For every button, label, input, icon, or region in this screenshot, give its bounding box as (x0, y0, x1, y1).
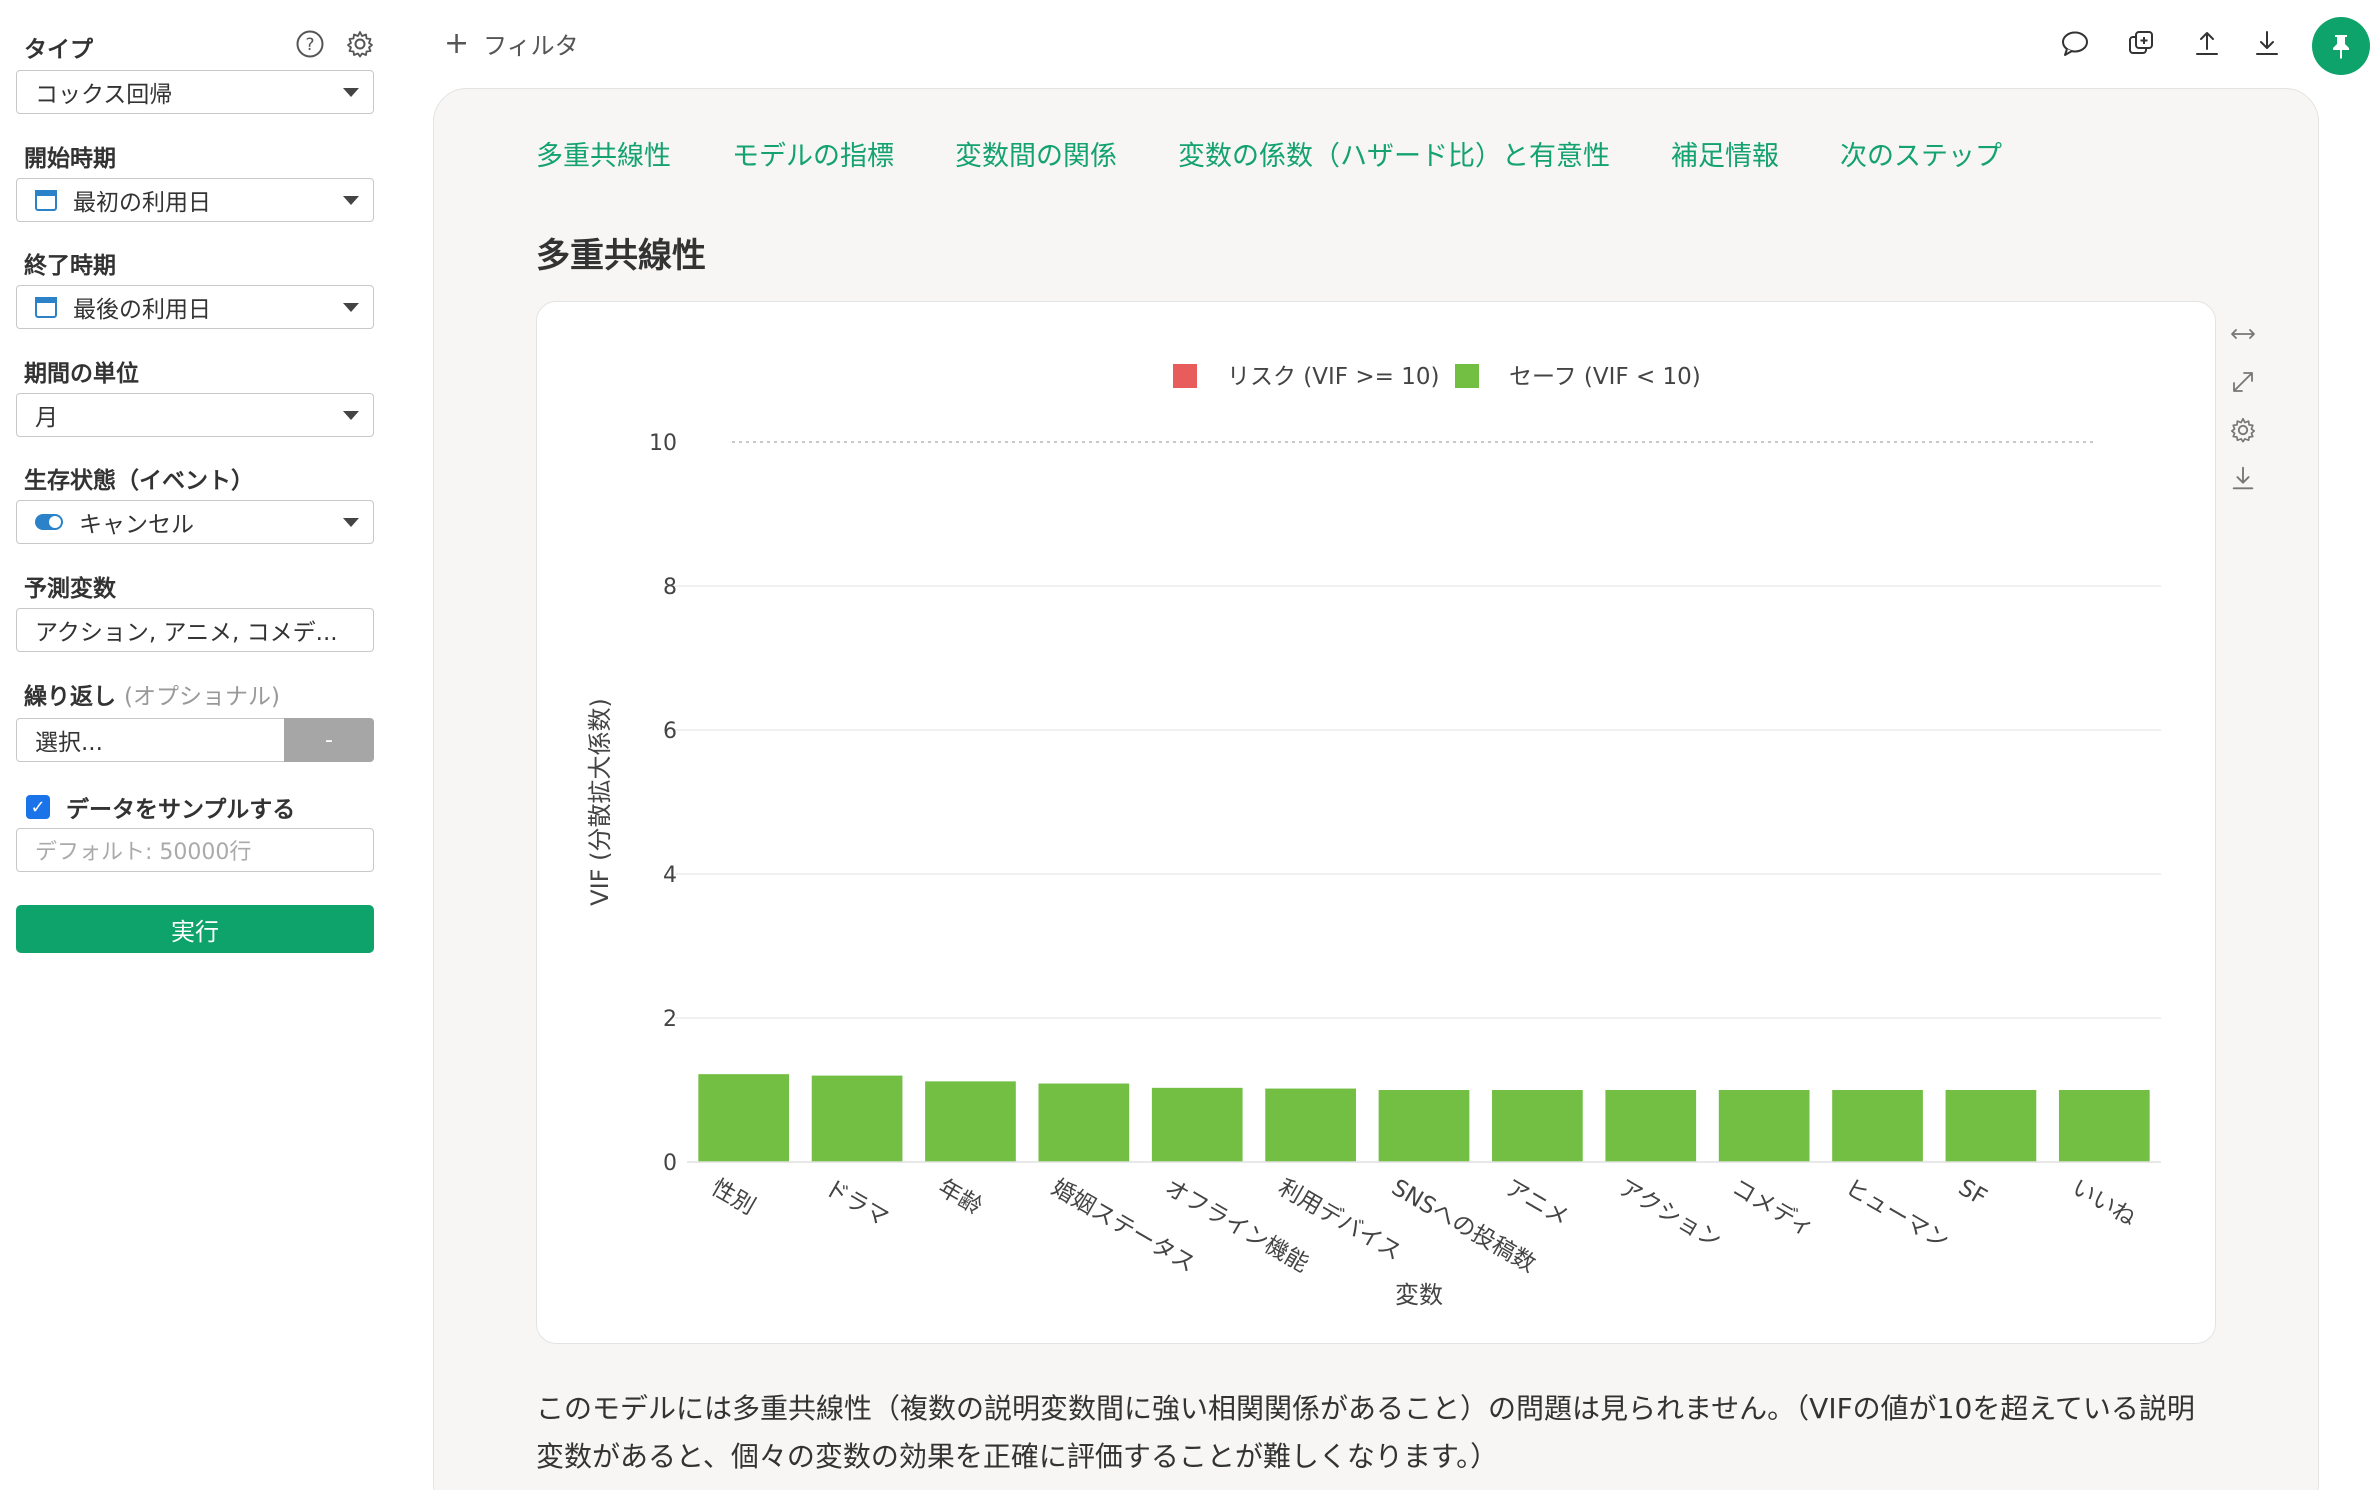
calendar-icon (35, 296, 57, 318)
chevron-down-icon (343, 196, 359, 205)
filter-label: フィルタ (483, 32, 579, 60)
fullscreen-icon[interactable] (2225, 364, 2261, 400)
start-select[interactable]: 最初の利用日 (16, 178, 374, 222)
end-label: 終了時期 (24, 253, 116, 279)
description-text: このモデルには多重共線性（複数の説明変数間に強い相関関係があること）の問題は見ら… (536, 1392, 2195, 1473)
x-tick-label: 性別 (707, 1175, 760, 1221)
bar (1151, 1087, 1243, 1162)
bar (925, 1081, 1016, 1162)
x-tick-label: アニメ (1500, 1175, 1572, 1232)
bar (698, 1074, 790, 1162)
filter-button[interactable]: + フィルタ (444, 26, 579, 61)
legend-swatch (1173, 364, 1197, 388)
sidebar: タイプ ? コックス回帰 開始時期 最初の利用日 終了時期 最後の利用日 期間の… (0, 0, 390, 1490)
tab-supplementary[interactable]: 補足情報 (1671, 134, 1779, 173)
event-select-value: キャンセル (79, 512, 194, 538)
end-select[interactable]: 最後の利用日 (16, 285, 374, 329)
y-axis-label: VIF (分散拡大係数) (586, 698, 614, 906)
x-tick-label: コメディ (1727, 1175, 1818, 1243)
bar (1038, 1083, 1130, 1162)
bar (1945, 1090, 2037, 1162)
event-select[interactable]: キャンセル (16, 500, 374, 544)
tab-variable-relations[interactable]: 変数間の関係 (955, 134, 1117, 173)
tab-multicollinearity[interactable]: 多重共線性 (536, 134, 671, 173)
chevron-down-icon (343, 518, 359, 527)
y-tick-label: 0 (663, 1151, 677, 1176)
section-tabs: 多重共線性 モデルの指標 変数間の関係 変数の係数（ハザード比）と有意性 補足情… (536, 134, 2063, 173)
toggle-icon (35, 514, 63, 530)
download-icon[interactable] (2225, 460, 2261, 496)
predictor-input[interactable]: アクション, アニメ, コメデ... (16, 608, 374, 652)
bar (811, 1075, 903, 1162)
chevron-down-icon (343, 88, 359, 97)
bar (1718, 1090, 1810, 1162)
y-tick-label: 10 (649, 431, 677, 456)
y-tick-label: 4 (663, 863, 677, 888)
unit-select[interactable]: 月 (16, 393, 374, 437)
unit-select-value: 月 (35, 405, 58, 431)
bar (2058, 1090, 2150, 1162)
repeat-label-text: 繰り返し (24, 684, 116, 710)
x-tick-label: いいね (2067, 1175, 2140, 1232)
repeat-optional-text: (オプショナル) (124, 684, 280, 710)
legend-swatch (1455, 364, 1479, 388)
upload-icon[interactable] (2192, 28, 2222, 58)
x-tick-label: アクション (1614, 1175, 1726, 1254)
repeat-control: 選択... - (16, 718, 374, 762)
section-title: 多重共線性 (536, 236, 706, 276)
unit-label: 期間の単位 (24, 361, 139, 387)
tab-coefficients[interactable]: 変数の係数（ハザード比）と有意性 (1178, 134, 1610, 173)
sample-size-input[interactable]: デフォルト: 50000行 (16, 828, 374, 872)
expand-horizontal-icon[interactable] (2225, 316, 2261, 352)
y-tick-label: 2 (663, 1007, 677, 1032)
x-tick-label: SF (1954, 1175, 1991, 1211)
tab-model-metrics[interactable]: モデルの指標 (732, 134, 894, 173)
bar (1605, 1090, 1697, 1162)
pin-icon[interactable] (2312, 17, 2370, 75)
run-button[interactable]: 実行 (16, 905, 374, 953)
start-select-value: 最初の利用日 (73, 190, 211, 216)
y-tick-label: 6 (663, 719, 677, 744)
sample-row: ✓ データをサンプルする (26, 790, 295, 824)
type-label: タイプ (24, 37, 93, 63)
vif-bar-chart: 0246810VIF (分散拡大係数)性別 ドラマ 年齢 婚姻ステータスオフライン機能… (586, 364, 2161, 1309)
predictor-label: 予測変数 (24, 576, 116, 602)
chart-card: 0 2 4 6 8 10 VIF (分散拡大係数) 性別 ドラマ 年齢 婚姻ステータス オフライン機能… (536, 301, 2216, 1344)
start-label: 開始時期 (24, 146, 116, 172)
repeat-label: 繰り返し (オプショナル) (24, 677, 280, 711)
chart-toolbar (2225, 316, 2261, 508)
bar (1265, 1088, 1356, 1162)
legend-label: セーフ (VIF < 10) (1509, 364, 1701, 390)
download-icon[interactable] (2252, 28, 2282, 58)
type-select[interactable]: コックス回帰 (16, 70, 374, 114)
bar (1492, 1090, 1583, 1162)
chevron-down-icon (343, 303, 359, 312)
x-axis-label: 変数 (1395, 1281, 1443, 1309)
bar (1378, 1090, 1470, 1162)
sample-label: データをサンプルする (66, 797, 296, 823)
repeat-clear-button[interactable]: - (284, 718, 374, 762)
tab-next-steps[interactable]: 次のステップ (1840, 134, 2002, 173)
gear-icon[interactable] (2225, 412, 2261, 448)
type-select-value: コックス回帰 (35, 82, 173, 108)
x-tick-label: 年齢 (933, 1175, 986, 1221)
chevron-down-icon (343, 411, 359, 420)
x-tick-label: ヒューマン (1841, 1175, 1954, 1255)
repeat-select[interactable]: 選択... (16, 718, 284, 762)
copy-icon[interactable] (2126, 28, 2156, 58)
sample-checkbox[interactable]: ✓ (26, 795, 50, 819)
bar (1832, 1090, 1923, 1162)
legend-label: リスク (VIF >= 10) (1227, 364, 1439, 390)
comment-icon[interactable] (2060, 28, 2090, 58)
x-tick-label: ドラマ (820, 1175, 893, 1232)
svg-text:?: ? (305, 35, 314, 55)
gear-icon[interactable] (344, 28, 376, 60)
event-label: 生存状態（イベント） (24, 468, 254, 494)
end-select-value: 最後の利用日 (73, 297, 211, 323)
calendar-icon (35, 189, 57, 211)
plus-icon: + (444, 25, 470, 61)
y-tick-label: 8 (663, 575, 677, 600)
help-icon[interactable]: ? (294, 28, 326, 60)
